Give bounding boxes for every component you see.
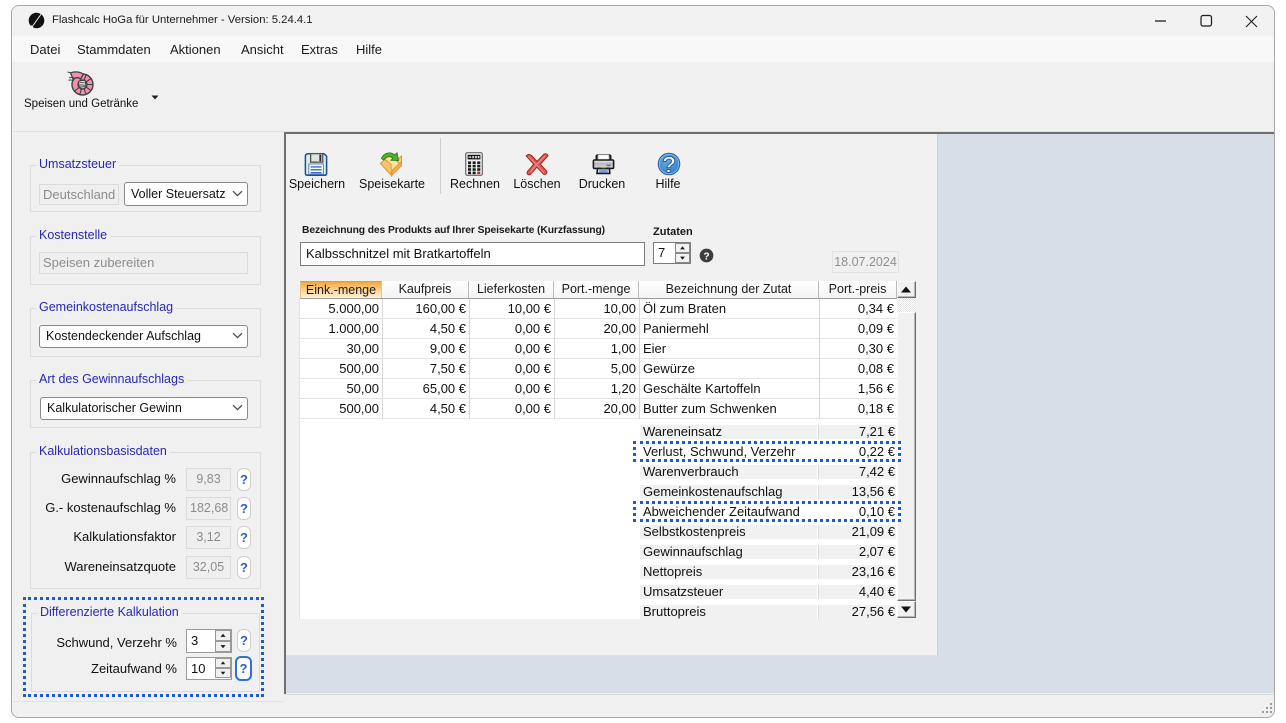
svg-text:?: ? bbox=[662, 152, 676, 176]
svg-text:?: ? bbox=[703, 251, 709, 262]
